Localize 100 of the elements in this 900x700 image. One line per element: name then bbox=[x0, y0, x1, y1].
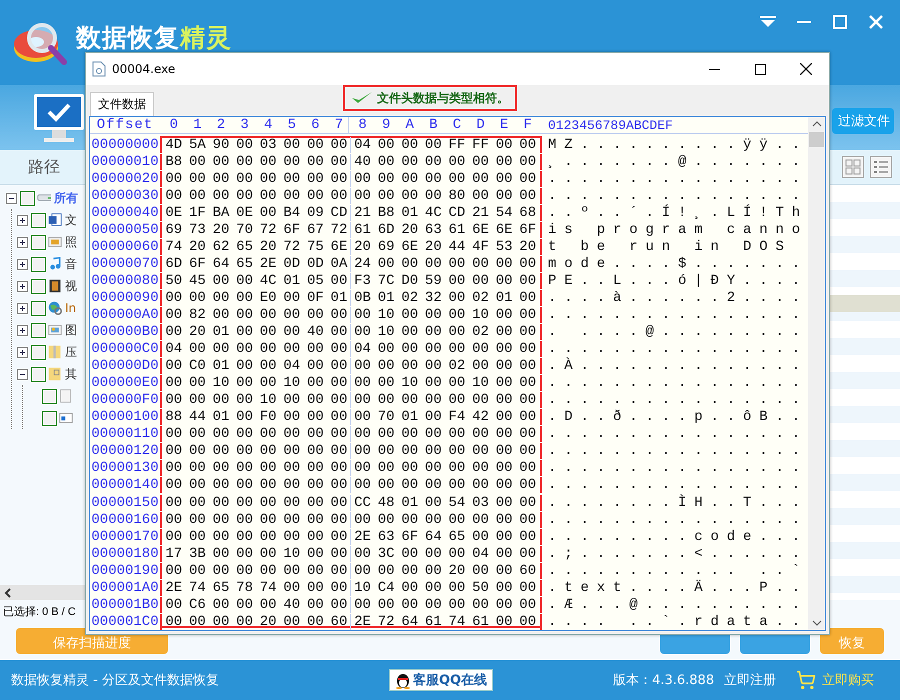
hex-byte: 00 bbox=[188, 188, 207, 204]
grid-view-icon[interactable] bbox=[842, 156, 864, 178]
hex-byte: 00 bbox=[188, 562, 207, 579]
tree-item-label[interactable]: In bbox=[65, 301, 76, 315]
hex-byte: 00 bbox=[235, 614, 254, 630]
tree-item-label[interactable]: 图 bbox=[65, 322, 77, 338]
collapse-icon[interactable] bbox=[6, 192, 17, 204]
expand-icon[interactable] bbox=[17, 258, 28, 270]
hex-byte: 00 bbox=[330, 494, 348, 510]
hex-byte: 00 bbox=[306, 614, 325, 630]
ascii-text: ................ bbox=[548, 477, 808, 494]
hex-byte: 00 bbox=[212, 477, 230, 494]
photo-icon bbox=[48, 235, 62, 249]
expand-icon[interactable] bbox=[17, 236, 28, 248]
checkbox[interactable] bbox=[20, 190, 35, 206]
hex-byte: C0 bbox=[188, 358, 207, 374]
tree-item-label[interactable]: 所有 bbox=[54, 190, 78, 206]
hex-byte: 00 bbox=[282, 494, 302, 510]
hex-byte: 00 bbox=[353, 477, 372, 494]
scroll-thumb[interactable] bbox=[809, 132, 824, 147]
hex-byte: 00 bbox=[282, 512, 302, 528]
checkbox[interactable] bbox=[31, 300, 46, 316]
hex-byte: 00 bbox=[400, 426, 420, 442]
checkbox[interactable] bbox=[31, 212, 46, 228]
checkbox[interactable] bbox=[31, 256, 46, 272]
hex-byte: CD bbox=[448, 204, 466, 221]
hex-byte: 01 bbox=[212, 358, 230, 374]
column-header: F bbox=[522, 117, 533, 133]
column-header: C bbox=[452, 117, 462, 133]
collapse-icon[interactable] bbox=[17, 368, 28, 380]
hex-byte: 3C bbox=[376, 546, 396, 562]
tree-item-label[interactable]: 音 bbox=[65, 256, 77, 272]
hex-byte: 00 bbox=[518, 528, 538, 545]
expand-icon[interactable] bbox=[17, 324, 28, 336]
expand-icon[interactable] bbox=[17, 302, 28, 314]
hex-byte: 00 bbox=[494, 154, 514, 170]
checkbox[interactable] bbox=[42, 410, 57, 426]
hex-byte: 00 bbox=[448, 477, 466, 494]
hex-byte: 00 bbox=[212, 272, 230, 289]
offset-cell: 00000150 bbox=[90, 494, 160, 510]
ascii-text: ........ÌH..T... bbox=[548, 494, 808, 510]
hex-byte: 00 bbox=[494, 580, 514, 596]
expand-icon[interactable] bbox=[17, 280, 28, 292]
hex-byte: 00 bbox=[212, 154, 230, 170]
hex-byte: 6E bbox=[330, 238, 348, 255]
tree-item-label[interactable]: 压 bbox=[65, 344, 77, 360]
checkbox[interactable] bbox=[31, 234, 46, 250]
hex-byte: 00 bbox=[518, 170, 538, 187]
checkbox[interactable] bbox=[42, 388, 57, 404]
hex-byte: F4 bbox=[448, 409, 466, 426]
list-view-icon[interactable] bbox=[870, 156, 892, 178]
ascii-text: .;.......<...... bbox=[548, 546, 808, 562]
hex-byte: 00 bbox=[258, 596, 278, 613]
hex-byte: 0D bbox=[282, 256, 302, 272]
hex-byte: 00 bbox=[494, 375, 514, 392]
hex-byte: 00 bbox=[471, 460, 490, 476]
ascii-text: MZ..........ÿÿ.. bbox=[548, 136, 808, 153]
hex-byte: 00 bbox=[235, 443, 254, 460]
hex-byte: 00 bbox=[376, 341, 396, 358]
hex-byte: 00 bbox=[212, 188, 230, 204]
hex-byte: 03 bbox=[471, 494, 490, 510]
hex-byte: 44 bbox=[188, 409, 207, 426]
hex-byte: 00 bbox=[518, 614, 538, 630]
vertical-scrollbar[interactable] bbox=[808, 117, 826, 630]
checkbox[interactable] bbox=[31, 366, 46, 382]
hex-byte: 00 bbox=[353, 306, 372, 323]
expand-icon[interactable] bbox=[17, 346, 28, 358]
hex-byte: 00 bbox=[400, 154, 420, 170]
tree-item-label[interactable]: 其 bbox=[65, 366, 77, 382]
hex-byte: CD bbox=[330, 204, 348, 221]
hex-byte: 00 bbox=[258, 324, 278, 340]
checkbox[interactable] bbox=[31, 278, 46, 294]
hex-byte: 00 bbox=[400, 512, 420, 528]
hex-byte: 00 bbox=[282, 136, 302, 153]
ascii-text: ................ bbox=[548, 512, 808, 528]
hex-byte: 00 bbox=[282, 460, 302, 476]
hex-byte: 00 bbox=[235, 512, 254, 528]
tab[interactable]: 文件数据 bbox=[90, 92, 154, 116]
column-header: 7 bbox=[334, 117, 344, 133]
hex-byte: 00 bbox=[188, 512, 207, 528]
checkbox[interactable] bbox=[31, 322, 46, 338]
offset-cell: 000000C0 bbox=[90, 341, 160, 358]
hex-byte: 42 bbox=[471, 409, 490, 426]
checkbox[interactable] bbox=[31, 344, 46, 360]
tree-item-label[interactable]: 视 bbox=[65, 278, 77, 294]
ascii-text: ................ bbox=[548, 375, 808, 392]
hex-byte: 54 bbox=[448, 494, 466, 510]
hex-byte: F0 bbox=[258, 409, 278, 426]
hex-byte: 0F bbox=[306, 290, 325, 306]
tree-item-label[interactable]: 文 bbox=[65, 212, 77, 228]
hex-byte: 00 bbox=[282, 614, 302, 630]
hex-byte: 69 bbox=[376, 238, 396, 255]
hex-byte: 0E bbox=[164, 204, 184, 221]
expand-icon[interactable] bbox=[17, 214, 28, 226]
support-button[interactable]: 客服QQ在线 bbox=[388, 669, 494, 691]
scroll-left-icon[interactable] bbox=[4, 588, 12, 598]
tree-item-label[interactable]: 照 bbox=[65, 234, 77, 250]
hex-byte: 00 bbox=[353, 460, 372, 476]
hex-byte: 10 bbox=[282, 546, 302, 562]
hex-byte: 00 bbox=[448, 341, 466, 358]
